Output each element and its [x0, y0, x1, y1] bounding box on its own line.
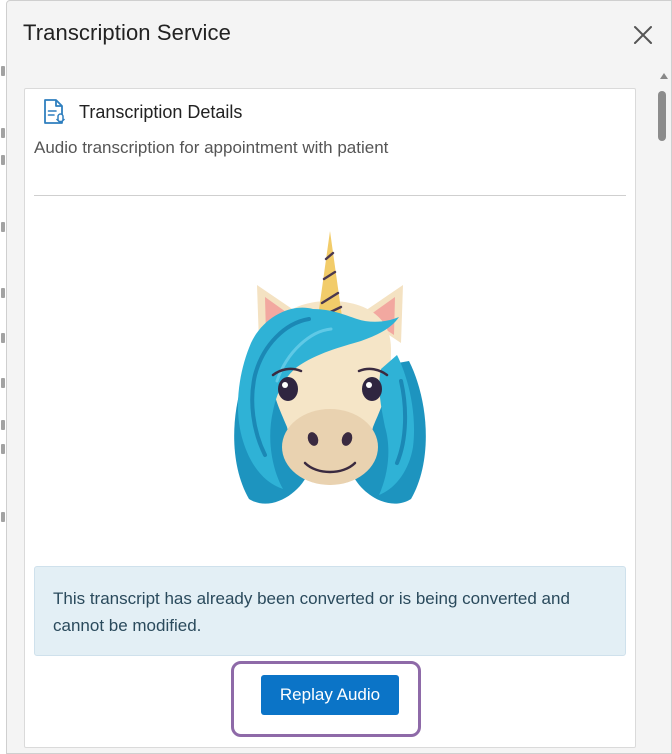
dialog-title: Transcription Service — [23, 20, 231, 45]
background-text-fragment — [1, 333, 5, 343]
background-text-fragment — [1, 66, 5, 76]
close-icon — [634, 26, 652, 44]
background-text-fragment — [1, 128, 5, 138]
close-button[interactable] — [631, 23, 655, 47]
divider — [34, 195, 626, 196]
background-text-fragment — [1, 288, 5, 298]
scroll-up-arrow-icon[interactable] — [660, 73, 668, 79]
transcription-dialog: Transcription Service Transcription Deta… — [6, 0, 672, 754]
background-text-fragment — [1, 222, 5, 232]
details-title: Transcription Details — [79, 102, 243, 122]
conversion-notice: This transcript has already been convert… — [34, 566, 626, 656]
scroll-thumb[interactable] — [658, 91, 666, 141]
document-audio-icon — [44, 99, 66, 124]
background-text-fragment — [1, 420, 5, 430]
scrollbar[interactable] — [655, 67, 672, 747]
unicorn-illustration — [234, 231, 426, 504]
app-page: Transcription Service Transcription Deta… — [0, 0, 672, 754]
notice-text: This transcript has already been convert… — [53, 589, 570, 635]
background-text-fragment — [1, 512, 5, 522]
background-text-fragment — [1, 378, 5, 388]
transcription-details-card: Transcription Details Audio transcriptio… — [24, 88, 636, 748]
background-text-fragment — [1, 155, 5, 165]
replay-audio-button[interactable]: Replay Audio — [261, 675, 399, 715]
background-text-fragment — [1, 444, 5, 454]
appointment-subtitle: Audio transcription for appointment with… — [34, 138, 389, 157]
